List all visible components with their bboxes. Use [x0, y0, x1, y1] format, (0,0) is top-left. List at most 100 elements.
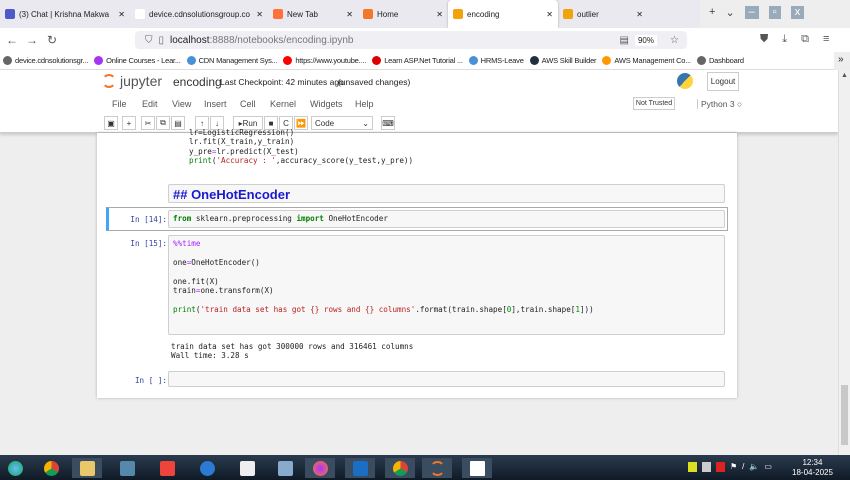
close-tab-icon[interactable]: ✕ — [118, 10, 125, 19]
bookmark-icon — [94, 56, 104, 65]
close-tab-icon[interactable]: ✕ — [546, 10, 553, 19]
menu-help[interactable]: Help — [355, 99, 374, 109]
taskbar-document[interactable] — [462, 458, 492, 478]
tray-icon-2[interactable] — [702, 462, 711, 472]
tab-list-button[interactable]: ⌄ — [725, 6, 734, 19]
cut-icon[interactable]: ✂ — [141, 116, 155, 130]
notification-icon[interactable]: ▭ — [764, 462, 772, 472]
close-tab-icon[interactable]: ✕ — [256, 10, 263, 19]
menu-insert[interactable]: Insert — [204, 99, 227, 109]
bookmark-item[interactable]: HRMS-Leave — [468, 52, 524, 69]
bookmark-item[interactable]: AWS Management Co... — [602, 52, 691, 69]
menu-icon[interactable]: ≡ — [823, 33, 829, 46]
tray-icon-1[interactable] — [688, 462, 697, 472]
not-trusted-badge[interactable]: Not Trusted — [633, 97, 675, 110]
menu-view[interactable]: View — [172, 99, 191, 109]
taskbar-vnc[interactable] — [232, 458, 262, 478]
download-icon[interactable]: ⤓ — [782, 33, 787, 46]
scroll-up-icon[interactable]: ▲ — [841, 72, 848, 79]
url-bar[interactable]: ⛉ ▯ localhost:8888/notebooks/encoding.ip… — [135, 31, 687, 49]
bookmark-icon — [372, 56, 382, 65]
browser-tab-outlier[interactable]: outlier ✕ — [558, 0, 648, 28]
tab-label: outlier — [577, 9, 599, 19]
paste-icon[interactable]: ▤ — [171, 116, 185, 130]
reader-view-icon[interactable]: ▤ — [620, 35, 629, 46]
cell-15-input[interactable]: %%time one=OneHotEncoder() one.fit(X) train… — [168, 235, 725, 335]
flag-icon[interactable]: ⚑ — [730, 462, 737, 472]
extensions-icon[interactable]: ⧉ — [801, 33, 809, 46]
bookmark-item[interactable]: Dashboard — [696, 52, 744, 69]
code-token: one.transform(X) — [200, 286, 274, 295]
taskbar-jupyter[interactable] — [422, 458, 452, 478]
kernel-name: Python 3 — [701, 99, 735, 109]
forward-icon[interactable]: → — [22, 33, 42, 47]
bookmark-item[interactable]: Online Courses - Lear... — [94, 52, 181, 69]
pocket-icon[interactable]: ⛊ — [760, 33, 768, 46]
new-tab-button[interactable]: + — [709, 6, 715, 19]
minimize-button[interactable]: – — [744, 6, 759, 19]
copy-icon[interactable]: ⧉ — [156, 116, 170, 130]
browser-tab-device-cdnsolutionsgroup-co[interactable]: device.cdnsolutionsgroup.co ✕ — [130, 0, 268, 28]
bookmark-star-icon[interactable]: ☆ — [670, 35, 679, 46]
taskbar-chrome[interactable] — [36, 458, 66, 478]
taskbar-app2[interactable] — [270, 458, 300, 478]
start-button[interactable] — [0, 458, 30, 478]
taskbar-network[interactable] — [112, 458, 142, 478]
code-token: %%time — [173, 239, 201, 248]
cell-14-input[interactable]: from sklearn.preprocessing import OneHot… — [168, 210, 725, 228]
taskbar-app[interactable] — [192, 458, 222, 478]
bookmark-item[interactable]: https://www.youtube.... — [283, 52, 366, 69]
code-line: print('Accuracy : ',accuracy_score(y_tes… — [189, 156, 413, 165]
taskbar-anydesk[interactable] — [152, 458, 182, 478]
close-tab-icon[interactable]: ✕ — [346, 10, 353, 19]
zoom-level[interactable]: 90% — [634, 34, 657, 46]
logout-button[interactable]: Logout — [707, 72, 739, 91]
bookmark-item[interactable]: Learn ASP.Net Tutorial ... — [372, 52, 463, 69]
notebook-name[interactable]: encoding — [173, 75, 222, 89]
pen-icon[interactable]: / — [742, 462, 744, 472]
menu-edit[interactable]: Edit — [142, 99, 158, 109]
taskbar-chrome-2[interactable] — [385, 458, 415, 478]
insert-cell-icon[interactable]: + — [122, 116, 136, 130]
close-tab-icon[interactable]: ✕ — [636, 10, 643, 19]
maximize-button[interactable]: ▫ — [768, 6, 781, 19]
kernel-indicator: Python 3 ○ — [697, 99, 742, 109]
notebook-container: lr=LogisticRegression() lr.fit(X_train,y_… — [97, 128, 737, 398]
reload-icon[interactable]: ↻ — [42, 33, 62, 47]
menu-kernel[interactable]: Kernel — [270, 99, 296, 109]
clock[interactable]: 12:34 18-04-2025 — [792, 458, 833, 478]
more-bookmarks-icon[interactable]: » — [838, 54, 844, 65]
code-token: ],train.shape[ — [511, 304, 576, 314]
close-window-button[interactable]: x — [790, 6, 805, 19]
chevron-down-icon: ⌄ — [362, 118, 369, 128]
taskbar-vscode[interactable] — [345, 458, 375, 478]
volume-icon[interactable]: 🔈 — [749, 462, 759, 472]
code-token: import — [296, 214, 324, 223]
save-icon[interactable]: ▣ — [104, 116, 118, 130]
menu-cell[interactable]: Cell — [240, 99, 256, 109]
back-icon[interactable]: ← — [2, 33, 22, 47]
markdown-cell[interactable]: ## OneHotEncoder — [168, 184, 725, 203]
empty-cell-input[interactable] — [168, 371, 725, 387]
code-token: OneHotEncoder — [323, 214, 388, 223]
taskbar-explorer[interactable] — [72, 458, 102, 478]
jupyter-logo-text[interactable]: jupyter — [120, 73, 162, 89]
scrollbar-thumb[interactable] — [841, 385, 848, 445]
menu-file[interactable]: File — [112, 99, 127, 109]
bookmark-item[interactable]: CDN Management Sys... — [186, 52, 278, 69]
page-scrollbar[interactable]: ▲ — [838, 70, 850, 455]
python-logo-icon — [677, 73, 693, 89]
taskbar-firefox[interactable] — [305, 458, 335, 478]
browser-tab-3-chat-krishna-makwa[interactable]: (3) Chat | Krishna Makwa ✕ — [0, 0, 130, 28]
previous-cell-code[interactable]: lr=LogisticRegression() lr.fit(X_train,y_… — [189, 128, 413, 166]
close-tab-icon[interactable]: ✕ — [436, 10, 443, 19]
menu-widgets[interactable]: Widgets — [310, 99, 343, 109]
bookmark-item[interactable]: device.cdnsolutionsgr... — [3, 52, 88, 69]
browser-tab-home[interactable]: Home ✕ — [358, 0, 448, 28]
code-token: print — [173, 304, 196, 314]
bookmark-label: Dashboard — [708, 56, 744, 65]
browser-tab-new-tab[interactable]: New Tab ✕ — [268, 0, 358, 28]
browser-tab-encoding[interactable]: encoding ✕ — [448, 0, 558, 28]
bookmark-item[interactable]: AWS Skill Builder — [529, 52, 597, 69]
tray-icon-3[interactable] — [716, 462, 725, 472]
